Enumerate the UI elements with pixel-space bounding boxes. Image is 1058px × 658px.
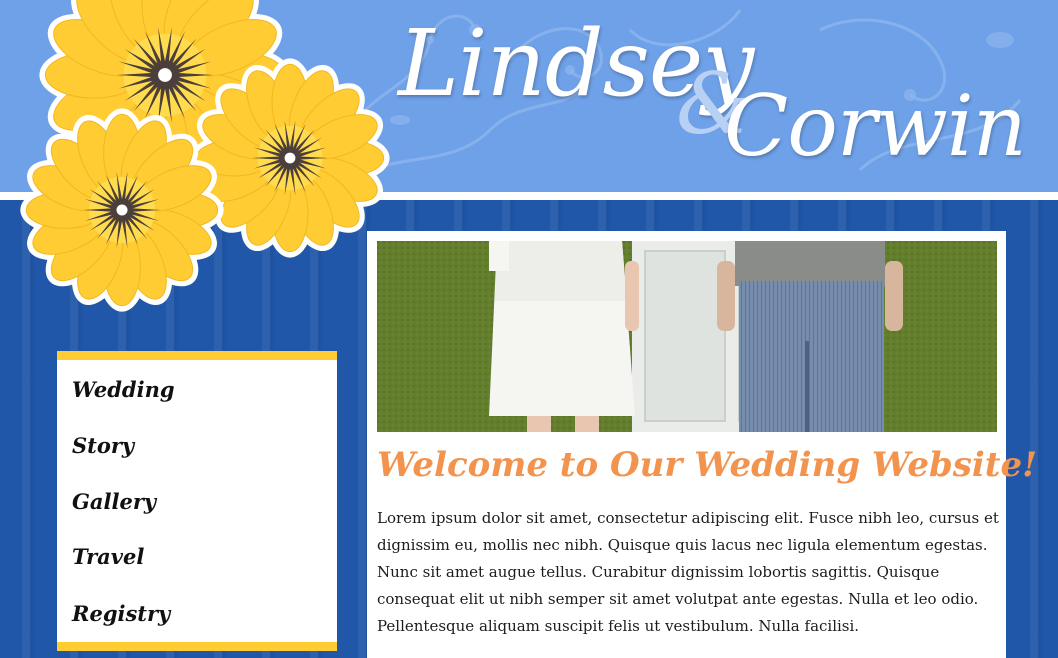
nav-item-registry[interactable]: Registry — [72, 601, 170, 626]
welcome-body-text: Lorem ipsum dolor sit amet, consectetur … — [377, 509, 999, 635]
sidebar-nav: Wedding Story Gallery Travel Registry — [57, 351, 337, 651]
yellow-daisy-flowers-icon — [20, 0, 390, 312]
nav-item-travel[interactable]: Travel — [72, 544, 144, 569]
main-content: Welcome to Our Wedding Website! Lorem ip… — [367, 231, 1037, 658]
couple-photo — [377, 241, 997, 432]
nav-item-story[interactable]: Story — [72, 433, 134, 458]
welcome-heading: Welcome to Our Wedding Website! — [377, 445, 1038, 485]
nav-item-wedding[interactable]: Wedding — [72, 377, 175, 402]
title-second-name: Corwin — [724, 77, 1027, 175]
nav-item-gallery[interactable]: Gallery — [72, 489, 156, 514]
